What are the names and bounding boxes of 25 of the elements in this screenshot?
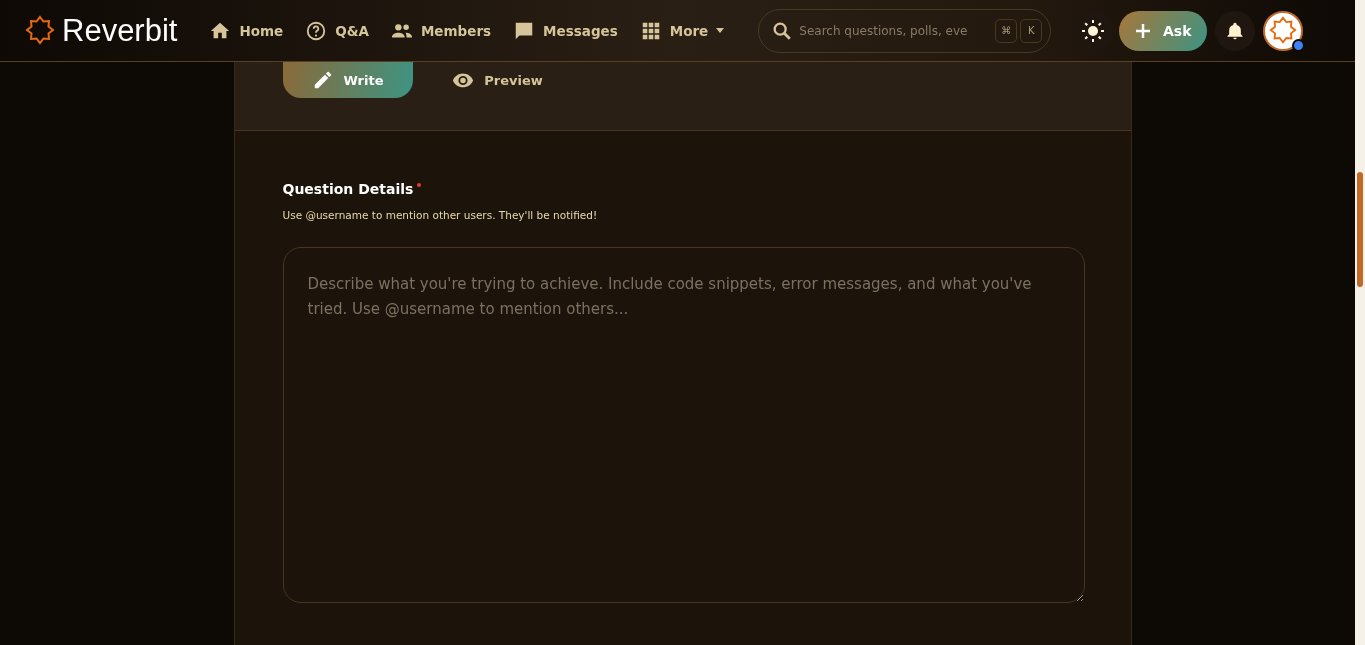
field-label: Question Details — [282, 181, 414, 197]
logo-star-icon — [24, 14, 56, 47]
search-input[interactable]: Search questions, polls, eve — [799, 23, 990, 38]
bell-icon — [1225, 20, 1246, 41]
user-avatar[interactable] — [1263, 10, 1304, 51]
nav-link[interactable]: Members — [388, 15, 494, 46]
logo-star-icon — [1268, 15, 1299, 46]
question-circle-icon — [305, 19, 328, 42]
question-details-input[interactable]: Describe what you're trying to achieve. Include code snippets, error messages, and what you've tried. Use @username to mention others... — [282, 247, 1085, 603]
nav-link[interactable]: Q&A — [303, 15, 371, 46]
scrollbar[interactable] — [1355, 0, 1365, 645]
nav-link[interactable]: More — [637, 15, 727, 46]
editor-tab[interactable]: Preview — [432, 62, 563, 98]
shortcut-key: ⌘ — [995, 18, 1018, 43]
editor-tab[interactable]: Write — [282, 62, 413, 98]
verified-badge — [1292, 38, 1306, 52]
nav-link[interactable]: Home — [207, 15, 286, 46]
scrollbar-thumb[interactable] — [1357, 172, 1363, 287]
ask-button[interactable]: Ask — [1119, 10, 1208, 51]
nav-link[interactable]: Messages — [511, 15, 620, 46]
sun-icon — [1081, 18, 1106, 43]
field-hint: Use @username to mention other users. They'll be notified! — [282, 209, 599, 221]
shortcut-key: K — [1020, 18, 1043, 43]
logo-text[interactable]: Reverbit — [62, 12, 178, 49]
plus-icon — [1135, 22, 1152, 39]
